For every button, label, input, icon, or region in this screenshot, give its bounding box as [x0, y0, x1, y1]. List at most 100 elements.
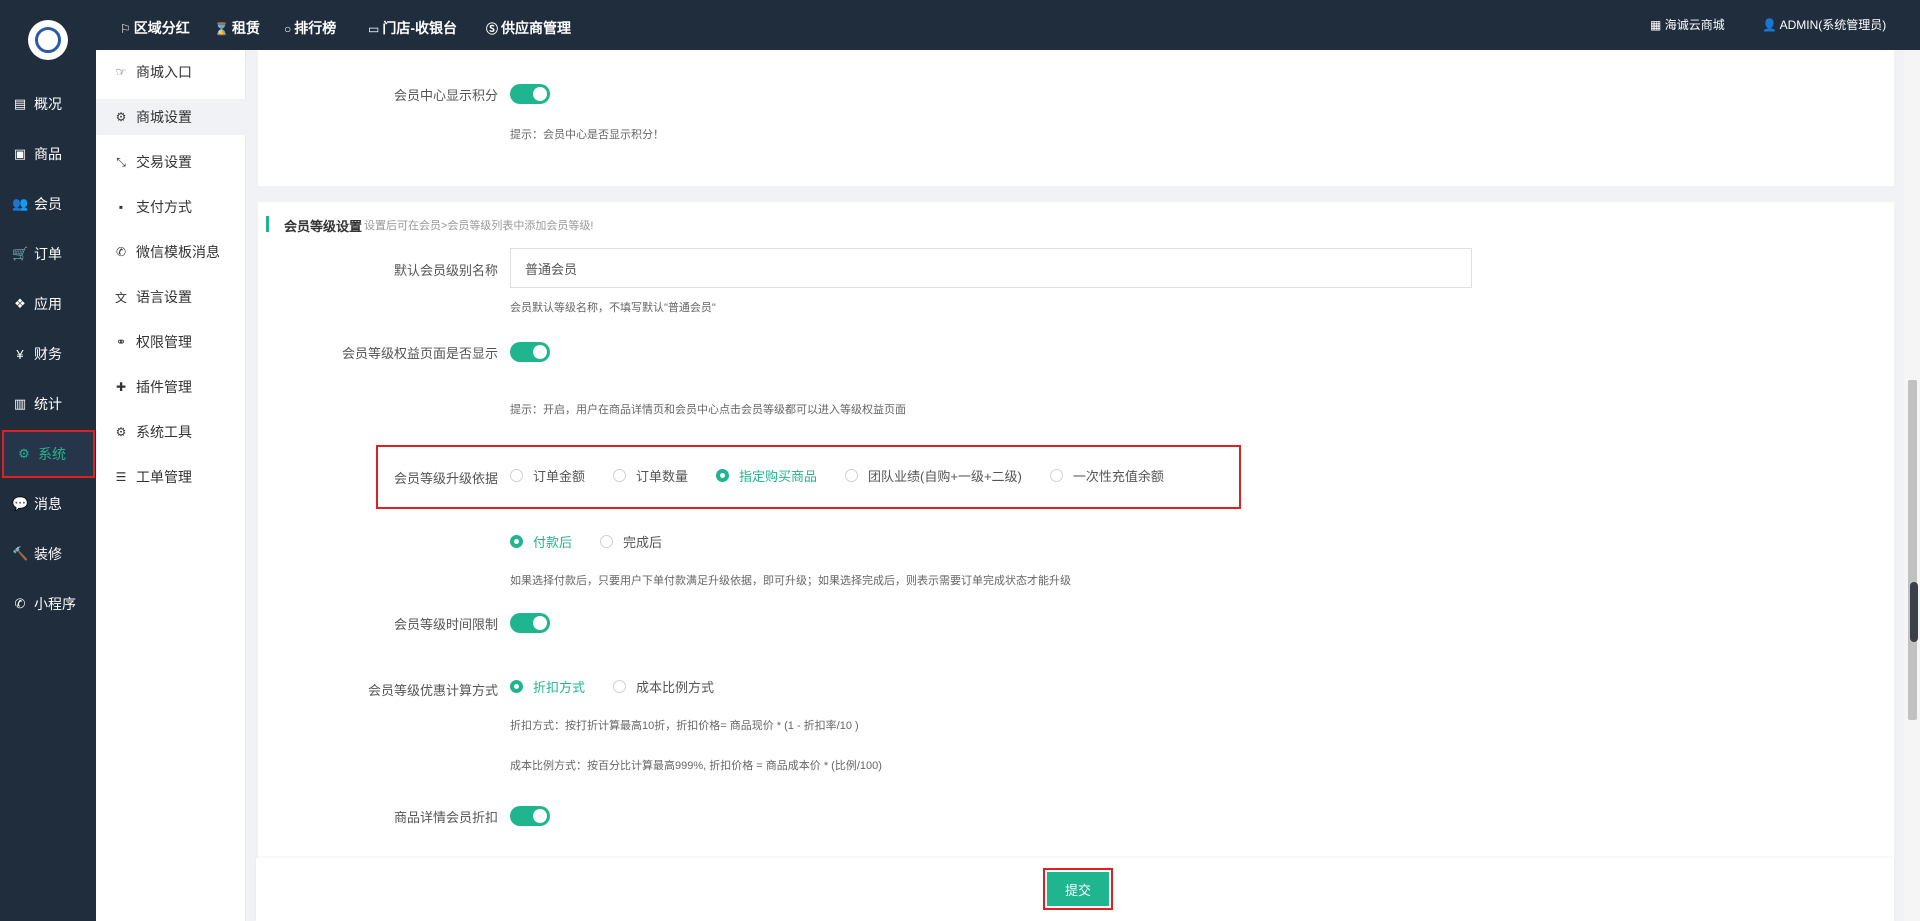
sub-item-label: 商城入口: [136, 64, 192, 80]
radio-option[interactable]: 指定购买商品: [716, 466, 817, 485]
nav-item-decoration[interactable]: 🔨 装修: [0, 530, 96, 578]
hand-point-icon: ☞: [115, 65, 127, 79]
puzzle-icon: ✚: [115, 380, 127, 394]
radio-dot: [613, 680, 627, 693]
time-limit-switch[interactable]: [510, 613, 550, 633]
field-label: 会员等级时间限制: [393, 617, 498, 632]
top-link-label: 租赁: [231, 20, 260, 36]
link-icon: ⚭: [115, 335, 127, 349]
bar-chart-icon: ▥: [13, 396, 27, 411]
sub-item-permissions[interactable]: ⚭ 权限管理: [96, 324, 246, 360]
field-hint: 提示：开启，用户在商品详情页和会员中心点击会员等级都可以进入等级权益页面: [510, 404, 906, 416]
nav-item-orders[interactable]: 🛒 订单: [0, 230, 96, 278]
top-bar: ⚐ 区域分红 ⌛ 租赁 ○ 排行榜 ▭ 门店-收银台 Ⓢ 供应商管理 ▦ 海诚云商城 👤 …: [96, 0, 1920, 50]
language-icon: 文: [114, 290, 127, 305]
field-label: 会员等级优惠计算方式: [367, 683, 498, 698]
app-logo[interactable]: [28, 20, 68, 60]
sub-item-wechat-template[interactable]: ✆ 微信模板消息: [96, 234, 246, 270]
scrollbar-thumb[interactable]: [1908, 380, 1917, 720]
sub-item-plugins[interactable]: ✚ 插件管理: [96, 369, 246, 405]
form-footer: 提交: [256, 858, 1894, 921]
radio-option[interactable]: 成本比例方式: [613, 677, 714, 696]
top-link-supplier[interactable]: Ⓢ 供应商管理: [486, 18, 571, 38]
sub-item-language[interactable]: 文语言设置: [96, 279, 246, 315]
sub-item-trade-settings[interactable]: ⤡ 交易设置: [96, 144, 246, 180]
field-hint: 提示：会员中心是否显示积分！: [510, 129, 664, 141]
user-icon: 👤: [1762, 18, 1777, 32]
radio-label: 一次性充值余额: [1072, 469, 1164, 484]
hourglass-icon: ⌛: [214, 22, 229, 36]
cart-icon: 🛒: [12, 246, 29, 261]
radio-label: 指定购买商品: [739, 469, 818, 484]
submit-button[interactable]: 提交: [1043, 868, 1113, 910]
top-link-ranking[interactable]: ○ 排行榜: [284, 18, 336, 38]
radio-option[interactable]: 付款后: [510, 532, 572, 551]
sub-item-shop-entry[interactable]: ☞ 商城入口: [96, 54, 246, 90]
sub-item-work-orders[interactable]: ☰ 工单管理: [96, 459, 246, 495]
wechat-icon: ✆: [14, 596, 26, 611]
sub-item-shop-settings[interactable]: ⚙ 商城设置: [96, 99, 246, 135]
nav-item-stats[interactable]: ▥ 统计: [0, 380, 96, 428]
radio-option[interactable]: 订单数量: [613, 466, 688, 485]
radio-option[interactable]: 折扣方式: [510, 677, 585, 696]
user-label: ADMIN(系统管理员): [1779, 18, 1887, 32]
section-accent-bar: [266, 216, 269, 232]
users-icon: 👥: [12, 196, 29, 211]
radio-option[interactable]: 订单金额: [510, 466, 585, 485]
detail-discount-switch[interactable]: [510, 806, 550, 826]
top-link-label: 区域分红: [133, 20, 190, 36]
upgrade-basis-radio-group: 订单金额 订单数量 指定购买商品 团队业绩(自购+一级+二级) 一次性充值余额: [510, 466, 1192, 485]
field-label: 会员等级升级依据: [393, 471, 498, 486]
nav-item-members[interactable]: 👥 会员: [0, 180, 96, 228]
nav-label: 会员: [34, 196, 62, 212]
nav-label: 概况: [34, 96, 62, 112]
section-title: 会员等级设置: [284, 219, 363, 234]
nav-label: 装修: [34, 546, 62, 562]
radio-dot: [510, 469, 523, 482]
yen-icon: ¥: [16, 346, 24, 362]
scroll-handle[interactable]: [1910, 582, 1918, 642]
sub-item-label: 工单管理: [136, 469, 192, 485]
top-link-lease[interactable]: ⌛ 租赁: [214, 18, 260, 38]
radio-option[interactable]: 完成后: [600, 532, 662, 551]
field-label: 默认会员级别名称: [393, 263, 498, 278]
shop-link[interactable]: ▦ 海诚云商城: [1650, 16, 1725, 33]
grid-icon: ▦: [1650, 18, 1662, 32]
radio-option[interactable]: 团队业绩(自购+一级+二级): [845, 466, 1022, 485]
nav-item-overview[interactable]: ▤ 概况: [0, 80, 96, 128]
top-link-store-cashier[interactable]: ▭ 门店-收银台: [368, 18, 457, 38]
radio-dot: [845, 469, 859, 482]
radio-dot: [510, 535, 523, 548]
nav-item-apps[interactable]: ❖ 应用: [0, 280, 96, 328]
submit-label: 提交: [1047, 872, 1109, 906]
radio-dot: [600, 535, 614, 548]
user-menu[interactable]: 👤 ADMIN(系统管理员): [1762, 16, 1886, 33]
nav-item-finance[interactable]: ¥ 财务: [0, 330, 96, 378]
nav-item-miniprogram[interactable]: ✆ 小程序: [0, 580, 96, 628]
wechat-icon: ✆: [115, 245, 127, 259]
benefit-page-switch[interactable]: [510, 342, 550, 362]
gear-icon: ⚙: [115, 425, 127, 439]
sub-item-payment[interactable]: ▪ 支付方式: [96, 189, 246, 225]
field-hint: 如果选择付款后，只要用户下单付款满足升级依据，即可升级；如果选择完成后，则表示需…: [510, 575, 1071, 587]
sub-item-label: 商城设置: [136, 109, 192, 125]
field-hint: 折扣方式：按打折计算最高10折，折扣价格= 商品现价 * (1 - 折扣率/10…: [510, 720, 859, 732]
points-display-switch[interactable]: [510, 84, 550, 104]
top-link-label: 门店-收银台: [382, 20, 458, 36]
top-link-regional-dividend[interactable]: ⚐ 区域分红: [120, 18, 190, 38]
nav-item-system[interactable]: ⚙ 系统: [2, 430, 95, 478]
nav-label: 商品: [34, 146, 62, 162]
radio-dot: [613, 469, 627, 482]
nav-item-goods[interactable]: ▣ 商品: [0, 130, 96, 178]
page-scrollbar[interactable]: [1904, 50, 1920, 921]
sub-item-label: 语言设置: [136, 289, 192, 305]
points-settings-card: 会员中心显示积分 提示：会员中心是否显示积分！: [258, 50, 1894, 186]
settings-sidebar: ☞ 商城入口 ⚙ 商城设置 ⤡ 交易设置 ▪ 支付方式 ✆ 微信模板消息 文语言设置 ⚭ 权…: [96, 50, 246, 921]
monitor-icon: ▭: [368, 22, 380, 36]
sub-item-system-tools[interactable]: ⚙ 系统工具: [96, 414, 246, 450]
gears-icon: ⚙: [18, 446, 30, 461]
radio-dot: [510, 680, 523, 693]
nav-item-messages[interactable]: 💬 消息: [0, 480, 96, 528]
default-level-name-input[interactable]: 普通会员: [510, 248, 1472, 288]
radio-option[interactable]: 一次性充值余额: [1049, 466, 1164, 485]
